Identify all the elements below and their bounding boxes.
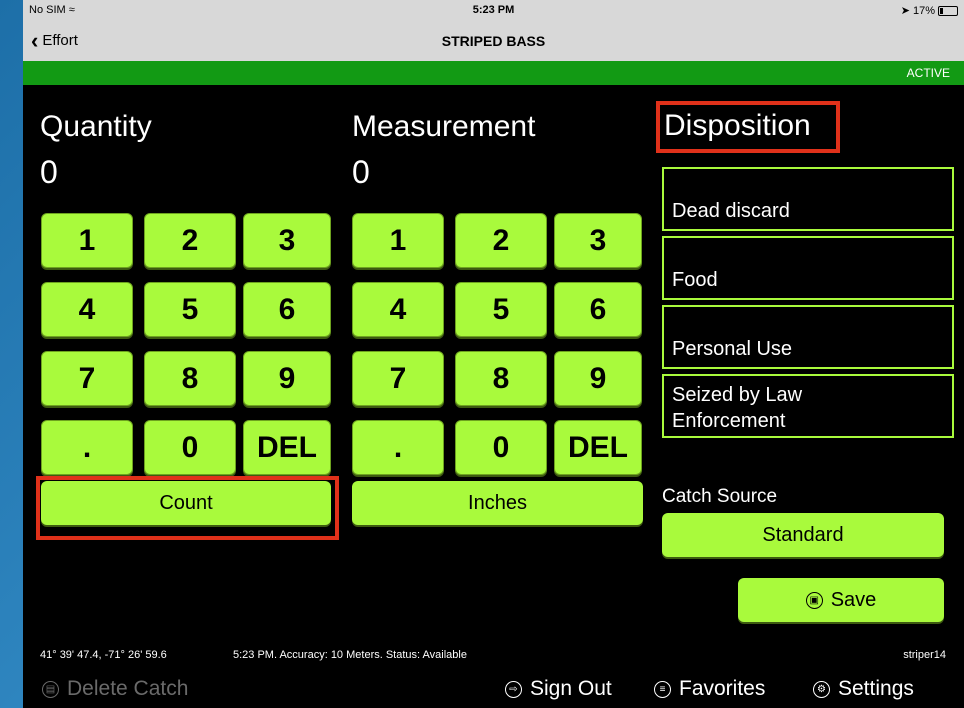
quantity-heading: Quantity (40, 110, 152, 143)
quantity-key-3[interactable]: 3 (243, 213, 331, 268)
measurement-key-5[interactable]: 5 (455, 282, 547, 337)
delete-catch-label: Delete Catch (67, 677, 189, 700)
battery-icon (938, 5, 958, 16)
quantity-key-1[interactable]: 1 (41, 213, 133, 268)
disposition-option-personal-use[interactable]: Personal Use (662, 305, 954, 369)
active-label: ACTIVE (906, 66, 950, 80)
inches-button[interactable]: Inches (352, 481, 643, 525)
seized-line-2: Enforcement (672, 410, 786, 432)
active-status-bar: ACTIVE (23, 61, 964, 85)
measurement-key-4[interactable]: 4 (352, 282, 444, 337)
measurement-key-2[interactable]: 2 (455, 213, 547, 268)
measurement-key-delete[interactable]: DEL (554, 420, 642, 475)
quantity-key-6[interactable]: 6 (243, 282, 331, 337)
save-button[interactable]: ▣ Save (738, 578, 944, 622)
quantity-key-4[interactable]: 4 (41, 282, 133, 337)
favorites-button[interactable]: ≡ Favorites (654, 677, 765, 701)
app-screen: No SIM ≈ 5:23 PM ➤ 17% ‹ Effort STRIPED … (23, 0, 964, 708)
navigation-bar: ‹ Effort STRIPED BASS (23, 21, 964, 61)
quantity-key-7[interactable]: 7 (41, 351, 133, 406)
gps-status: 5:23 PM. Accuracy: 10 Meters. Status: Av… (233, 649, 467, 661)
settings-button[interactable]: ⚙ Settings (813, 677, 914, 701)
quantity-key-decimal[interactable]: . (41, 420, 133, 475)
favorites-label: Favorites (679, 677, 766, 700)
quantity-key-5[interactable]: 5 (144, 282, 236, 337)
sign-out-label: Sign Out (530, 677, 612, 700)
battery-indicator: ➤ 17% (901, 4, 958, 17)
gps-coordinates: 41° 39' 47.4, -71° 26' 59.6 (40, 649, 167, 661)
sign-out-button[interactable]: ⇨ Sign Out (505, 677, 612, 701)
delete-catch-button[interactable]: ▤ Delete Catch (42, 677, 188, 701)
disposition-option-food[interactable]: Food (662, 236, 954, 300)
sign-out-icon: ⇨ (505, 680, 522, 698)
count-button[interactable]: Count (41, 481, 331, 525)
bottom-toolbar: ▤ Delete Catch ⇨ Sign Out ≡ Favorites ⚙ … (23, 671, 964, 708)
trash-icon: ▤ (42, 680, 59, 698)
quantity-key-0[interactable]: 0 (144, 420, 236, 475)
seized-line-1: Seized by Law (672, 384, 803, 406)
catch-source-button[interactable]: Standard (662, 513, 944, 557)
status-bar: No SIM ≈ 5:23 PM ➤ 17% (23, 0, 964, 21)
measurement-key-decimal[interactable]: . (352, 420, 444, 475)
battery-percent: 17% (912, 4, 935, 17)
measurement-key-0[interactable]: 0 (455, 420, 547, 475)
measurement-key-7[interactable]: 7 (352, 351, 444, 406)
measurement-key-8[interactable]: 8 (455, 351, 547, 406)
measurement-key-6[interactable]: 6 (554, 282, 642, 337)
measurement-key-3[interactable]: 3 (554, 213, 642, 268)
quantity-key-9[interactable]: 9 (243, 351, 331, 406)
measurement-key-9[interactable]: 9 (554, 351, 642, 406)
clock: 5:23 PM (472, 4, 515, 16)
location-icon: ➤ (900, 5, 910, 17)
disposition-heading: Disposition (664, 109, 811, 142)
username: striper14 (903, 649, 946, 661)
save-icon: ▣ (805, 591, 823, 609)
quantity-key-2[interactable]: 2 (144, 213, 236, 268)
quantity-key-8[interactable]: 8 (144, 351, 236, 406)
measurement-key-1[interactable]: 1 (352, 213, 444, 268)
save-label: Save (830, 588, 877, 611)
settings-label: Settings (838, 677, 914, 700)
quantity-value: 0 (40, 154, 58, 190)
disposition-option-dead-discard[interactable]: Dead discard (662, 167, 954, 231)
catch-source-label: Catch Source (662, 486, 778, 507)
measurement-heading: Measurement (352, 110, 536, 143)
quantity-key-delete[interactable]: DEL (243, 420, 331, 475)
measurement-value: 0 (352, 154, 370, 190)
favorites-icon: ≡ (654, 680, 671, 698)
disposition-option-seized[interactable]: Seized by Law Enforcement (662, 374, 954, 438)
page-title: STRIPED BASS (441, 33, 546, 49)
gear-icon: ⚙ (813, 680, 830, 698)
